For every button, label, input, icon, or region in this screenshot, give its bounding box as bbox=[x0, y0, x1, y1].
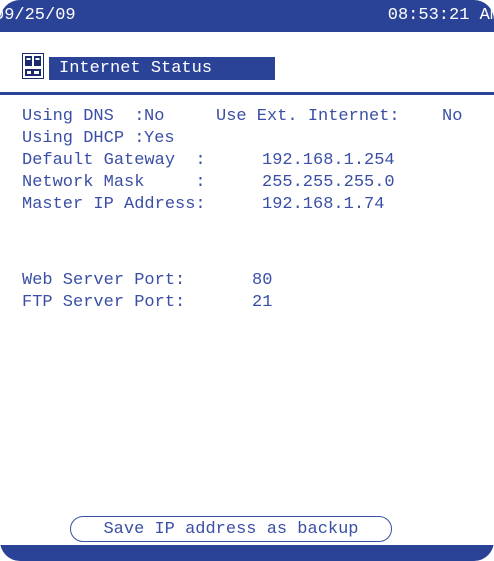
web-port-label: Web Server Port: bbox=[22, 271, 186, 290]
master-ip-label: Master IP Address: bbox=[22, 195, 206, 214]
using-dhcp-label: Using DHCP : bbox=[22, 129, 145, 148]
ftp-port-row: FTP Server Port: 21 bbox=[22, 292, 492, 314]
dhcp-row: Using DHCP : Yes bbox=[22, 128, 492, 150]
status-details: Using DNS : No Use Ext. Internet: No Usi… bbox=[22, 106, 492, 312]
title-divider bbox=[0, 92, 494, 95]
master-ip-value: 192.168.1.74 bbox=[262, 195, 385, 214]
ftp-port-label: FTP Server Port: bbox=[22, 293, 186, 312]
web-port-value: 80 bbox=[252, 271, 273, 290]
save-ip-backup-button[interactable]: Save IP address as backup bbox=[70, 516, 392, 542]
using-dns-label: Using DNS : bbox=[22, 107, 145, 126]
page-title: Internet Status bbox=[49, 57, 275, 80]
status-bar: 09/25/09 08:53:21 AM bbox=[0, 0, 494, 32]
web-port-row: Web Server Port: 80 bbox=[22, 270, 492, 292]
ftp-port-value: 21 bbox=[252, 293, 273, 312]
using-dhcp-value: Yes bbox=[144, 129, 175, 148]
master-ip-row: Master IP Address: 192.168.1.74 bbox=[22, 194, 492, 216]
default-gateway-value: 192.168.1.254 bbox=[262, 151, 395, 170]
status-date: 09/25/09 bbox=[0, 6, 76, 25]
use-ext-internet-value: No bbox=[442, 107, 463, 126]
network-mask-value: 255.255.255.0 bbox=[262, 173, 395, 192]
title-row: Internet Status bbox=[0, 32, 494, 90]
using-dns-value: No bbox=[144, 107, 165, 126]
network-mask-row: Network Mask : 255.255.255.0 bbox=[22, 172, 492, 194]
network-mask-label: Network Mask : bbox=[22, 173, 206, 192]
device-screen: 09/25/09 08:53:21 AM Internet Status Usi… bbox=[0, 0, 494, 561]
use-ext-internet-label: Use Ext. Internet: bbox=[216, 107, 400, 126]
network-device-icon bbox=[22, 53, 44, 79]
dns-row: Using DNS : No Use Ext. Internet: No bbox=[22, 106, 492, 128]
gateway-row: Default Gateway : 192.168.1.254 bbox=[22, 150, 492, 172]
bottom-bar bbox=[0, 545, 494, 561]
status-time: 08:53:21 AM bbox=[387, 6, 494, 25]
default-gateway-label: Default Gateway : bbox=[22, 151, 206, 170]
